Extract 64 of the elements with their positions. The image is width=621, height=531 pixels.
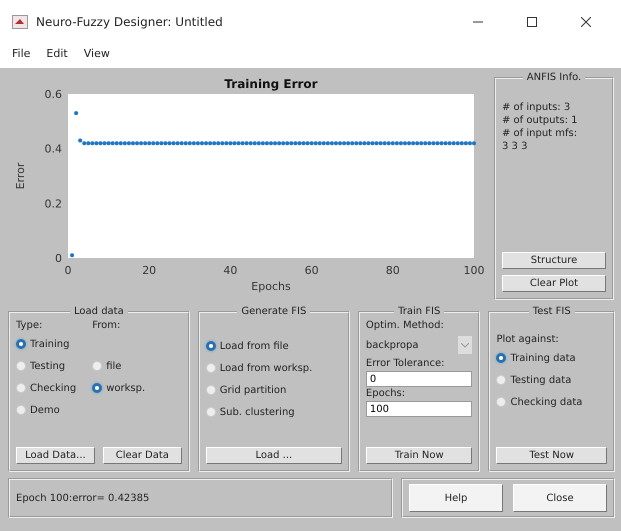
info-text: # of inputs: 3 [502,101,572,114]
y-tick-label: 0.6 [44,88,62,101]
x-tick-label: 100 [464,264,484,277]
caret-icon [461,342,470,348]
panel-title: Test FIS [532,306,572,317]
footer-button[interactable]: Help [409,484,503,512]
epochs-label: Epochs: [366,387,406,401]
radio-button[interactable]: Checking [16,377,76,399]
x-tick-label: 60 [304,264,319,277]
window-title: Neuro-Fuzzy Designer: Untitled [36,15,224,29]
method-dropdown[interactable]: backpropa [366,335,472,355]
data-point [70,253,74,258]
radio-button[interactable]: Testing [16,355,76,377]
radio-button[interactable]: Load from file [206,335,342,357]
radio-button[interactable]: Training [16,333,76,355]
radio-button[interactable]: Testing data [496,369,607,391]
radio-button[interactable]: worksp. [92,377,146,399]
radio-button[interactable]: Checking data [496,391,607,413]
y-tick-label: 0.4 [44,142,62,156]
info-text: 3 3 3 [502,140,528,153]
load-button[interactable]: Load ... [206,447,342,464]
plot-against-label: Plot against: [496,333,560,347]
tolerance-field[interactable]: 0 [366,371,472,387]
x-tick-label: 40 [223,264,238,277]
x-axis-label: Epochs [251,280,291,293]
radio-button[interactable]: Grid partition [206,379,342,401]
footer-button[interactable]: Close [513,484,607,512]
close-icon [581,17,591,27]
panel-title: Load data [73,306,125,317]
info-text: # of input mfs: [502,127,578,140]
menu-item[interactable]: File [12,46,30,60]
panel-button[interactable]: Load Data... [16,447,95,464]
x-tick-label: 20 [142,264,156,277]
radio-button[interactable]: Demo [16,399,76,421]
method-label: Optim. Method: [366,319,445,333]
radio-button[interactable]: Sub. clustering [206,401,342,423]
radio-button[interactable]: Load from worksp. [206,357,342,379]
type-label: Type: [16,319,44,333]
x-tick-label: 80 [386,264,400,277]
menu-item[interactable]: Edit [46,46,68,60]
y-tick-label: 0 [55,252,62,265]
panel-title: Train FIS [397,306,442,317]
panel-title: ANFIS Info. [526,72,582,83]
test-button[interactable]: Test Now [496,447,607,464]
tolerance-label: Error Tolerance: [366,357,446,371]
chart-title: Training Error [224,77,318,91]
menu-item[interactable]: View [84,46,110,60]
from-label: From: [92,319,122,333]
x-tick-label: 0 [64,264,72,277]
maximize-icon [527,17,537,27]
panel-button[interactable]: Clear Plot [502,275,606,292]
y-axis-label: Error [14,162,27,190]
radio-button[interactable]: Training data [496,347,607,369]
epochs-field[interactable]: 100 [366,401,472,417]
panel-title: Generate FIS [240,306,308,317]
panel-button[interactable]: Structure [502,252,606,269]
status-bar: Epoch 100:error= 0.42385 [8,478,393,518]
y-tick-label: 0.2 [44,197,62,210]
train-button[interactable]: Train Now [366,447,472,464]
panel-button[interactable]: Clear Data [102,447,182,464]
radio-button[interactable]: file [92,355,146,377]
app-icon [12,15,28,29]
data-point [74,111,78,116]
info-text: # of outputs: 1 [502,114,578,127]
